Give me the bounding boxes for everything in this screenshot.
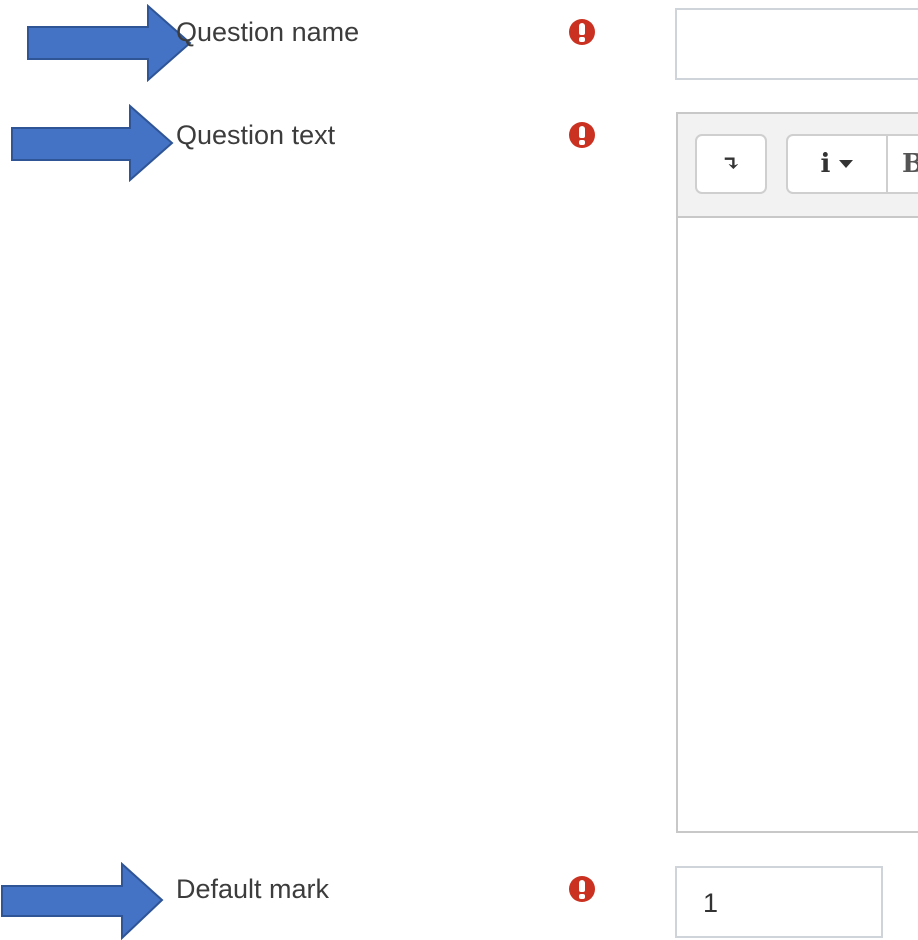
question-name-input[interactable] bbox=[675, 8, 918, 80]
bold-button[interactable]: B bbox=[886, 134, 918, 194]
info-dropdown-button[interactable]: i bbox=[786, 134, 888, 194]
question-text-label: Question text bbox=[176, 120, 336, 150]
arrow-pointer-question-text-icon bbox=[11, 104, 174, 182]
info-icon: i bbox=[820, 149, 831, 179]
question-text-editor[interactable]: ↴ i B bbox=[676, 112, 918, 833]
required-icon bbox=[569, 19, 595, 45]
default-mark-input[interactable]: 1 bbox=[675, 866, 883, 938]
collapse-toolbar-button[interactable]: ↴ bbox=[695, 134, 767, 194]
question-name-label: Question name bbox=[176, 17, 360, 47]
chevron-down-icon bbox=[839, 160, 854, 168]
editor-content-area[interactable] bbox=[678, 218, 918, 831]
arrow-pointer-default-mark-icon bbox=[1, 862, 164, 940]
collapse-toolbar-icon: ↴ bbox=[721, 151, 741, 177]
required-icon bbox=[569, 122, 595, 148]
required-icon bbox=[569, 876, 595, 902]
default-mark-label: Default mark bbox=[176, 874, 330, 904]
bold-icon: B bbox=[902, 149, 918, 179]
arrow-pointer-question-name-icon bbox=[27, 4, 192, 82]
editor-toolbar: ↴ i B bbox=[678, 114, 918, 218]
